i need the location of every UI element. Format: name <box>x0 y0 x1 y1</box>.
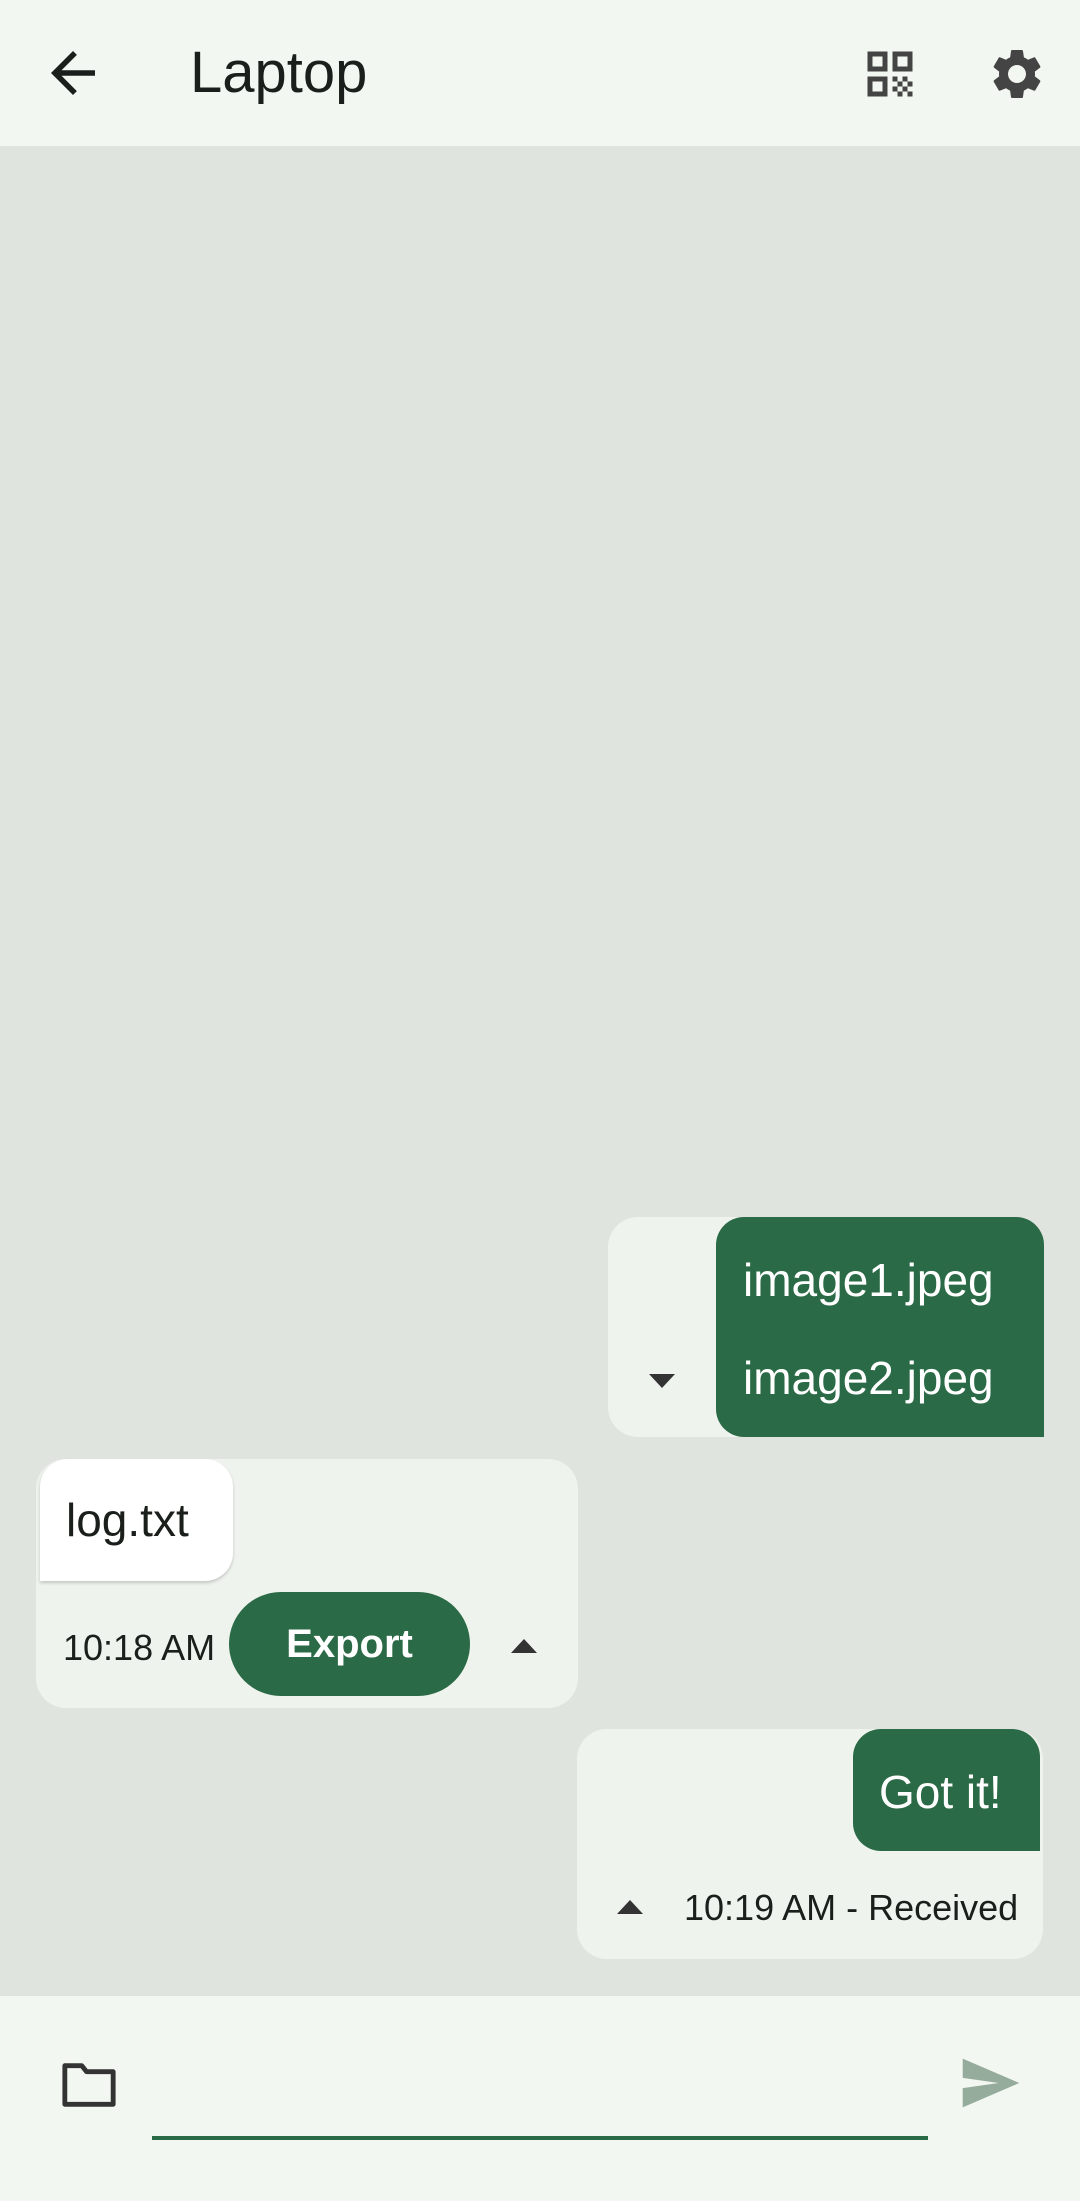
qr-code-icon[interactable] <box>860 44 920 104</box>
message-input[interactable] <box>152 2036 928 2140</box>
caret-down-icon[interactable] <box>646 1371 678 1391</box>
message-text: Got it! <box>879 1766 1002 1818</box>
settings-gear-icon[interactable] <box>987 44 1047 104</box>
message-bubble-file[interactable]: log.txt <box>40 1459 233 1581</box>
folder-icon[interactable] <box>60 2060 118 2110</box>
caret-up-icon[interactable] <box>614 1897 646 1917</box>
export-button[interactable]: Export <box>229 1592 470 1696</box>
file-name: image2.jpeg <box>743 1352 994 1404</box>
file-name: log.txt <box>66 1494 189 1546</box>
chat-area[interactable] <box>0 146 1080 1996</box>
file-name: image1.jpeg <box>743 1254 994 1306</box>
message-bubble-files[interactable]: image1.jpeg image2.jpeg <box>716 1217 1044 1437</box>
page-title: Laptop <box>190 40 368 105</box>
send-icon[interactable] <box>960 2056 1022 2110</box>
message-bubble-text[interactable]: Got it! <box>853 1729 1040 1851</box>
arrow-back-icon[interactable] <box>40 40 106 106</box>
message-status: 10:19 AM - Received <box>684 1887 1019 1928</box>
caret-up-icon[interactable] <box>508 1636 540 1656</box>
composer-bar <box>0 1996 1080 2201</box>
message-timestamp: 10:18 AM <box>63 1627 216 1668</box>
app-bar: Laptop <box>0 0 1080 146</box>
